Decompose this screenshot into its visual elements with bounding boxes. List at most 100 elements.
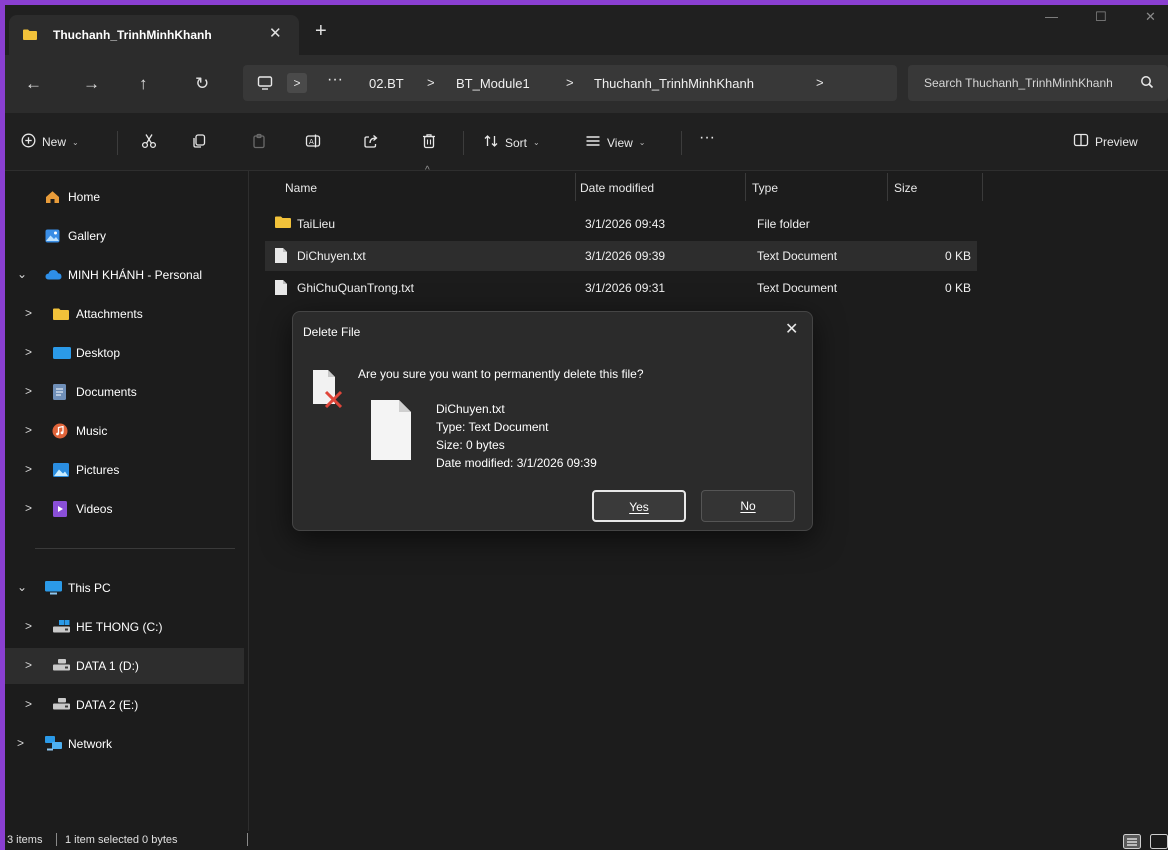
sidebar-item-drive-d[interactable]: > DATA 1 (D:): [5, 648, 244, 684]
sidebar-item-home[interactable]: Home: [5, 179, 244, 215]
status-selection: 1 item selected 0 bytes: [65, 834, 178, 846]
share-button[interactable]: [363, 133, 379, 152]
sidebar-item-music[interactable]: > Music: [5, 413, 244, 449]
breadcrumb-02bt[interactable]: 02.BT: [369, 76, 404, 91]
sidebar-item-onedrive-personal[interactable]: ⌄ MINH KHÁNH - Personal: [5, 257, 244, 293]
trash-icon: [421, 133, 437, 152]
sort-icon: [483, 133, 499, 152]
expand-path-button[interactable]: >: [287, 73, 307, 93]
sidebar-item-videos[interactable]: > Videos: [5, 491, 244, 527]
chevron-down-icon: ⌄: [72, 137, 79, 147]
details-view-icon[interactable]: [1123, 834, 1141, 850]
sidebar-item-label: Pictures: [76, 463, 120, 477]
sidebar-item-label: Network: [68, 737, 113, 751]
chevron-right-icon[interactable]: >: [17, 736, 24, 750]
more-options-button[interactable]: ···: [699, 129, 715, 147]
column-divider[interactable]: [887, 173, 888, 201]
column-header-size[interactable]: Size: [894, 181, 917, 195]
chevron-right-icon[interactable]: >: [25, 697, 32, 711]
sidebar-item-label: Gallery: [68, 229, 107, 243]
address-row: ← → ↑ ↻ > ··· 02.BT > BT_Module1 > Thuch…: [5, 55, 1168, 113]
sidebar-item-desktop[interactable]: > Desktop: [5, 335, 244, 371]
navigation-pane: Home Gallery ⌄ MINH KHÁNH - Personal > A…: [5, 171, 249, 831]
drive-icon: [53, 698, 70, 713]
copy-button[interactable]: [191, 133, 207, 152]
chevron-down-icon[interactable]: ⌄: [17, 267, 27, 281]
chevron-right-icon[interactable]: >: [25, 384, 32, 398]
share-icon: [363, 133, 379, 152]
delete-file-dialog: Delete File ✕ Are you sure you want to p…: [292, 311, 813, 531]
breadcrumb-thuchanh[interactable]: Thuchanh_TrinhMinhKhanh: [594, 76, 754, 91]
cut-button[interactable]: [141, 133, 157, 152]
no-button[interactable]: No: [701, 490, 795, 522]
file-row-ghichuquantrong[interactable]: GhiChuQuanTrong.txt 3/1/2026 09:31 Text …: [265, 273, 977, 303]
search-box[interactable]: Search Thuchanh_TrinhMinhKhanh: [908, 65, 1168, 101]
sort-button[interactable]: Sort ⌄: [483, 133, 540, 152]
breadcrumb-separator[interactable]: >: [566, 75, 574, 90]
column-header-type[interactable]: Type: [752, 181, 778, 195]
document-thumbnail-icon: [371, 400, 411, 463]
chevron-right-icon[interactable]: >: [25, 658, 32, 672]
close-window-button[interactable]: ✕: [1145, 9, 1156, 25]
sidebar-item-drive-c[interactable]: > HE THONG (C:): [5, 609, 244, 645]
chevron-right-icon[interactable]: >: [25, 501, 32, 515]
sidebar-item-gallery[interactable]: Gallery: [5, 218, 244, 254]
tab-thuchanh[interactable]: Thuchanh_TrinhMinhKhanh ✕: [9, 15, 299, 55]
hidden-path-button[interactable]: ···: [327, 71, 343, 89]
search-icon[interactable]: [1140, 75, 1154, 92]
chevron-right-icon[interactable]: >: [25, 306, 32, 320]
sidebar-item-pictures[interactable]: > Pictures: [5, 452, 244, 488]
breadcrumb-bt-module1[interactable]: BT_Module1: [456, 76, 530, 91]
tab-title: Thuchanh_TrinhMinhKhanh: [53, 28, 212, 42]
chevron-right-icon[interactable]: >: [25, 345, 32, 359]
column-header-date-modified[interactable]: Date modified: [580, 181, 654, 195]
breadcrumb-separator[interactable]: >: [816, 75, 824, 90]
sidebar-item-attachments[interactable]: > Attachments: [5, 296, 244, 332]
preview-button[interactable]: Preview: [1073, 133, 1138, 150]
title-bar: Thuchanh_TrinhMinhKhanh ✕ + — ☐ ✕: [5, 5, 1168, 55]
column-header-name[interactable]: Name: [285, 181, 317, 195]
sidebar-item-label: DATA 1 (D:): [76, 659, 139, 673]
chevron-right-icon[interactable]: >: [25, 462, 32, 476]
network-icon: [45, 736, 62, 754]
chevron-right-icon[interactable]: >: [25, 423, 32, 437]
file-row-tailieu[interactable]: TaiLieu 3/1/2026 09:43 File folder: [265, 209, 977, 239]
chevron-down-icon: ⌄: [533, 138, 540, 147]
paste-button[interactable]: [251, 133, 267, 152]
back-button[interactable]: ←: [25, 75, 42, 93]
yes-button[interactable]: Yes: [592, 490, 686, 522]
minimize-button[interactable]: —: [1045, 9, 1058, 24]
tiles-view-icon[interactable]: [1150, 834, 1168, 850]
dialog-file-name: DiChuyen.txt: [436, 402, 505, 416]
column-divider[interactable]: [745, 173, 746, 201]
sidebar-item-label: DATA 2 (E:): [76, 698, 139, 712]
file-row-dichuyen[interactable]: DiChuyen.txt 3/1/2026 09:39 Text Documen…: [265, 241, 977, 271]
sidebar-item-this-pc[interactable]: ⌄ This PC: [5, 570, 244, 606]
column-divider[interactable]: [982, 173, 983, 201]
dialog-file-date: Date modified: 3/1/2026 09:39: [436, 456, 597, 470]
breadcrumb-separator[interactable]: >: [427, 75, 435, 90]
up-button[interactable]: ↑: [139, 75, 148, 93]
maximize-button[interactable]: ☐: [1095, 9, 1107, 25]
sidebar-item-label: Music: [76, 424, 108, 438]
new-tab-button[interactable]: +: [315, 21, 327, 41]
gallery-icon: [45, 229, 60, 246]
column-divider[interactable]: [575, 173, 576, 201]
sidebar-item-documents[interactable]: > Documents: [5, 374, 244, 410]
delete-button[interactable]: [421, 133, 437, 152]
videos-icon: [53, 501, 67, 520]
tab-close-icon[interactable]: ✕: [269, 24, 282, 42]
forward-button[interactable]: →: [83, 75, 100, 93]
new-button[interactable]: New ⌄: [21, 133, 79, 151]
rename-button[interactable]: A: [305, 133, 321, 152]
dialog-close-button[interactable]: ✕: [785, 319, 798, 339]
sidebar-item-label: This PC: [68, 581, 111, 595]
sidebar-item-drive-e[interactable]: > DATA 2 (E:): [5, 687, 244, 723]
chevron-right-icon[interactable]: >: [25, 619, 32, 633]
address-bar[interactable]: > ··· 02.BT > BT_Module1 > Thuchanh_Trin…: [243, 65, 897, 101]
search-input[interactable]: Search Thuchanh_TrinhMinhKhanh: [924, 76, 1132, 90]
refresh-button[interactable]: ↻: [195, 75, 209, 93]
sidebar-item-network[interactable]: > Network: [5, 726, 244, 762]
chevron-down-icon[interactable]: ⌄: [17, 580, 27, 594]
view-button[interactable]: View ⌄: [585, 133, 646, 152]
